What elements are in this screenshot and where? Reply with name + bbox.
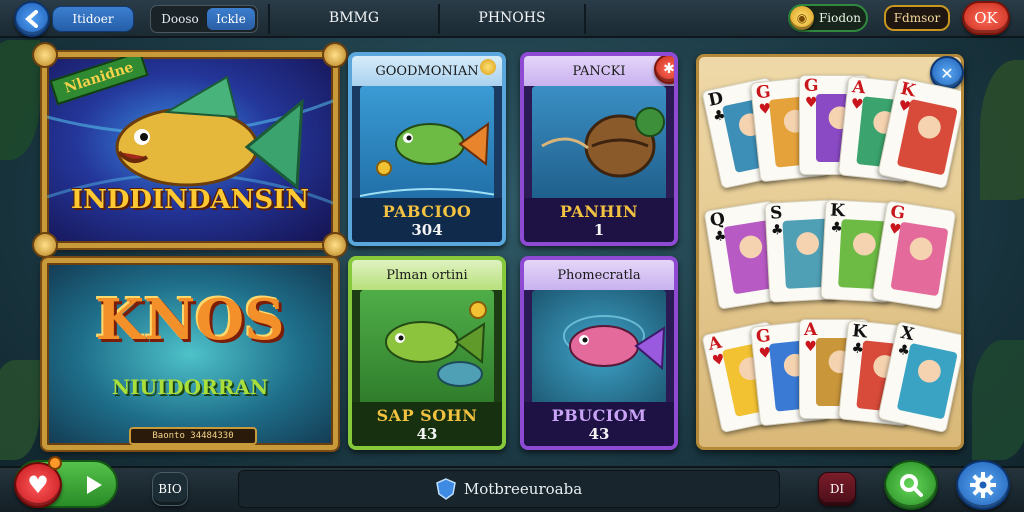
featured-banner-bottom[interactable]: KNOS NIUIDORRAN Baonto 34484330: [42, 258, 338, 450]
search-button[interactable]: [884, 460, 938, 510]
card-rank-letter: K: [851, 321, 868, 343]
card-rank: S ♣: [769, 202, 784, 240]
play-button[interactable]: ♥: [14, 456, 118, 508]
tile-header: PANCKI: [524, 56, 674, 86]
tile-number: 1: [593, 220, 605, 239]
treasure-art-icon: [541, 107, 665, 178]
view-toggle[interactable]: Dooso Ickle: [150, 5, 258, 33]
game-tile[interactable]: Phomecratla PBUCIOM 43: [520, 256, 678, 450]
cards-panel[interactable]: D ♣ G ♥ G ♥ A ♥ K ♥ Q ♣ S ♣ K ♣ G ♥ A ♥ G ♥ A ♥ K ♣ X ♣: [696, 54, 964, 450]
card-rank-letter: G: [755, 81, 772, 104]
frame-ornament: [34, 44, 56, 66]
coin-icon: [480, 59, 496, 75]
tile-name: PABCIOO: [382, 201, 472, 221]
frame-ornament: [324, 234, 346, 256]
game-tile[interactable]: PANCKI ✱ PANHIN 1: [520, 52, 678, 246]
background-foliage: [0, 360, 40, 460]
card-rank-letter: A: [804, 320, 818, 340]
fish-art-icon: [385, 301, 487, 387]
background-foliage: [980, 60, 1024, 200]
back-button[interactable]: [14, 1, 50, 37]
tile-header: GOODMONIAN: [352, 56, 502, 86]
frame-ornament: [324, 44, 346, 66]
di-button[interactable]: DI: [818, 472, 856, 506]
tile-art: [532, 290, 666, 410]
card-portrait: [890, 221, 949, 297]
coins-label: Fiodon: [818, 11, 862, 25]
back-label[interactable]: Itidoer: [52, 6, 134, 32]
tile-art: [360, 290, 494, 410]
card-rank-letter: G: [888, 201, 907, 224]
gear-icon: [970, 472, 996, 498]
tile-name: SAP SOHN: [376, 405, 478, 425]
toggle-left[interactable]: Dooso: [153, 8, 207, 30]
tile-number: 304: [411, 220, 443, 239]
tile-footer: PABCIOO 304: [352, 198, 502, 242]
play-icon: [87, 476, 102, 494]
tile-number: 43: [588, 424, 610, 443]
tab-games[interactable]: BMMG: [270, 0, 438, 36]
featured-banner-top[interactable]: Nlanidne INDDINDANSIN: [42, 52, 338, 248]
banner-plate: Baonto 34484330: [129, 427, 257, 445]
game-tile[interactable]: GOODMONIAN PABCIOO 304: [348, 52, 506, 246]
fish-art-icon: [360, 121, 494, 197]
tile-header: Phomecratla: [524, 260, 674, 290]
card-rank-letter: G: [755, 325, 772, 348]
settings-button[interactable]: [956, 460, 1010, 510]
star-badge-icon[interactable]: ✱: [654, 56, 674, 84]
tab-phones[interactable]: PHNOHS: [440, 0, 584, 36]
fish-art-icon: [563, 315, 666, 371]
frame-ornament: [34, 234, 56, 256]
notification-dot: [48, 456, 62, 470]
tile-art: [360, 86, 494, 206]
tile-number: 43: [416, 424, 438, 443]
shield-icon: [436, 478, 456, 500]
card-rank-letter: G: [804, 76, 819, 96]
banner-title: INDDINDANSIN: [70, 185, 310, 215]
toggle-right[interactable]: Ickle: [207, 8, 255, 30]
search-text: Motbreeuroaba: [463, 480, 583, 498]
divider: [584, 4, 586, 34]
coin-icon: ◉: [790, 6, 814, 30]
tile-footer: PANHIN 1: [524, 198, 674, 242]
extra-button[interactable]: Fdmsor: [884, 5, 950, 31]
coins-pill[interactable]: ◉ Fiodon: [788, 4, 868, 32]
top-bar: Itidoer Dooso Ickle BMMG PHNOHS ◉ Fiodon…: [0, 0, 1024, 38]
ok-button[interactable]: OK: [962, 1, 1010, 35]
search-input[interactable]: Motbreeuroaba: [238, 470, 780, 508]
tile-footer: SAP SOHN 43: [352, 402, 502, 446]
card-rank-letter: A: [851, 77, 867, 99]
tile-footer: PBUCIOM 43: [524, 402, 674, 446]
tile-header: Plman ortini: [352, 260, 502, 290]
card-rank-letter: K: [829, 200, 846, 222]
banner-subtitle: NIUIDORRAN: [111, 375, 269, 399]
playing-card[interactable]: G ♥: [871, 200, 957, 310]
tile-art: [532, 86, 666, 206]
chevron-left-icon: [24, 10, 38, 28]
bio-button[interactable]: BIO: [152, 472, 188, 506]
close-icon: ✕: [940, 63, 954, 83]
banner-main-title: KNOS: [95, 287, 285, 353]
background-foliage: [972, 340, 1024, 460]
search-icon: [900, 474, 923, 497]
card-rank-letter: S: [769, 202, 783, 224]
tile-name: PBUCIOM: [551, 405, 647, 425]
tile-name: PANHIN: [559, 201, 639, 221]
game-tile[interactable]: Plman ortini SAP SOHN 43: [348, 256, 506, 450]
